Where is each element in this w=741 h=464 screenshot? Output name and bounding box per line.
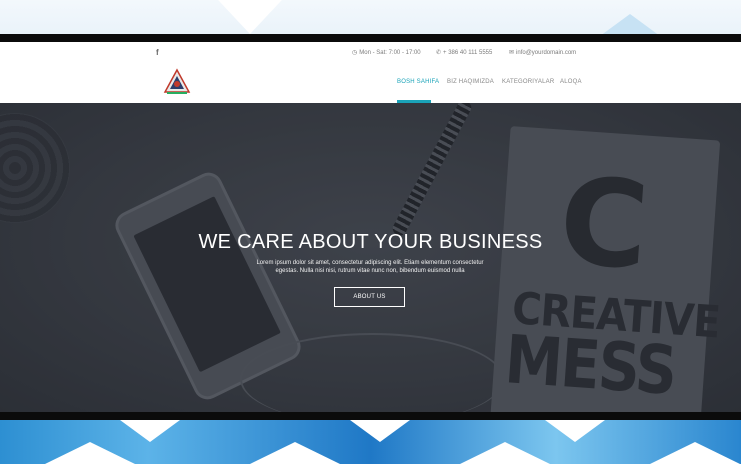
decorative-chevron — [545, 420, 605, 442]
decorative-chevron — [120, 420, 180, 442]
decorative-triangle — [600, 14, 660, 34]
decorative-triangle — [190, 0, 310, 34]
decorative-chevron — [650, 442, 740, 464]
nav-item-biz-haqimizda[interactable]: BIZ HAQIMIZDA — [447, 79, 494, 85]
email-info: ✉ info@yourdomain.com — [509, 49, 577, 57]
bottom-decorative-background — [0, 420, 741, 464]
window-frame-bottom — [0, 412, 741, 420]
main-navbar: BOSH SAHIFA BIZ HAQIMIZDA KATEGORIYALAR … — [0, 62, 741, 103]
clock-icon: ◷ — [352, 50, 358, 56]
phone-text: + 386 40 111 5555 — [443, 49, 493, 56]
hero-title: WE CARE ABOUT YOUR BUSINESS — [198, 231, 543, 253]
hero-overlay — [0, 103, 741, 412]
hero-banner: C CREATIVE MESS WE CARE ABOUT YOUR BUSIN… — [0, 103, 741, 412]
decorative-chevron — [250, 442, 340, 464]
window-frame-top — [0, 34, 741, 42]
contact-topbar: f ◷ Mon - Sat: 7:00 - 17:00 ✆ + 386 40 1… — [0, 42, 741, 62]
envelope-icon: ✉ — [509, 50, 515, 56]
nav-item-aloqa[interactable]: ALOQA — [560, 79, 582, 85]
email-text: info@yourdomain.com — [516, 49, 577, 56]
site-logo[interactable] — [163, 68, 191, 96]
decorative-chevron — [350, 420, 410, 442]
nav-item-bosh-sahifa[interactable]: BOSH SAHIFA — [397, 79, 439, 85]
nav-item-kategoriyalar[interactable]: KATEGORIYALAR — [502, 79, 554, 85]
phone-info: ✆ + 386 40 111 5555 — [436, 49, 493, 57]
facebook-icon[interactable]: f — [156, 48, 159, 57]
phone-icon: ✆ — [436, 50, 442, 56]
about-us-button[interactable]: ABOUT US — [334, 287, 405, 307]
top-decorative-background — [0, 0, 741, 34]
decorative-chevron — [45, 442, 135, 464]
hours-text: Mon - Sat: 7:00 - 17:00 — [359, 49, 421, 56]
hero-subtitle: Lorem ipsum dolor sit amet, consectetur … — [256, 260, 484, 274]
decorative-chevron — [460, 442, 550, 464]
hours-info: ◷ Mon - Sat: 7:00 - 17:00 — [352, 49, 421, 57]
